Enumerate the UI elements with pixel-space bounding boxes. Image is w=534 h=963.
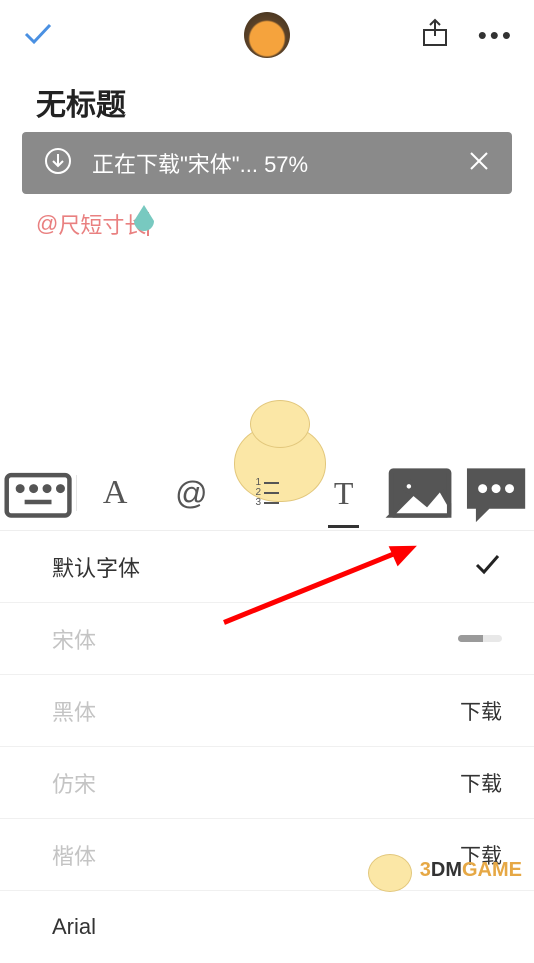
font-row-heiti[interactable]: 黑体 下载: [0, 675, 534, 747]
download-banner: 正在下载"宋体"... 57%: [22, 132, 512, 194]
font-style-button[interactable]: A: [77, 474, 153, 512]
font-name-label: 黑体: [52, 695, 460, 727]
mention-button[interactable]: @: [153, 475, 229, 512]
comment-button[interactable]: [458, 455, 534, 531]
font-name-label: 宋体: [52, 623, 458, 655]
share-button[interactable]: [420, 18, 450, 53]
download-button[interactable]: 下载: [460, 696, 502, 726]
watermark-mascot: [368, 854, 412, 892]
header: •••: [0, 0, 534, 70]
download-icon: [44, 147, 72, 180]
font-row-songti[interactable]: 宋体: [0, 603, 534, 675]
font-row-default[interactable]: 默认字体: [0, 531, 534, 603]
check-icon: [472, 549, 502, 585]
document-title[interactable]: 无标题: [36, 80, 498, 124]
font-row-fangsong[interactable]: 仿宋 下载: [0, 747, 534, 819]
font-name-label: 默认字体: [52, 551, 472, 583]
font-name-label: 仿宋: [52, 767, 460, 799]
editor-content[interactable]: @ 尺短寸长: [0, 194, 534, 240]
image-button[interactable]: [382, 455, 458, 531]
confirm-button[interactable]: [20, 15, 56, 56]
list-button[interactable]: 1 2 3: [229, 478, 305, 508]
download-progress: [458, 635, 502, 642]
font-row-arial[interactable]: Arial: [0, 891, 534, 963]
download-button[interactable]: 下载: [460, 768, 502, 798]
more-button[interactable]: •••: [478, 22, 514, 48]
font-name-label: Arial: [52, 914, 502, 940]
cursor-handle-icon[interactable]: [130, 205, 158, 239]
watermark: 3DMGAME: [420, 859, 522, 882]
text-format-button[interactable]: T: [306, 475, 382, 512]
close-icon[interactable]: [468, 150, 490, 177]
avatar[interactable]: [244, 12, 290, 58]
mention-at: @: [36, 211, 58, 237]
title-area: 无标题: [0, 70, 534, 124]
keyboard-button[interactable]: [0, 455, 76, 531]
font-panel: 默认字体 宋体 黑体 下载 仿宋 下载 楷体 下载 Arial: [0, 530, 534, 894]
download-text: 正在下载"宋体"... 57%: [92, 147, 468, 179]
editor-toolbar: A @ 1 2 3 T: [0, 460, 534, 526]
